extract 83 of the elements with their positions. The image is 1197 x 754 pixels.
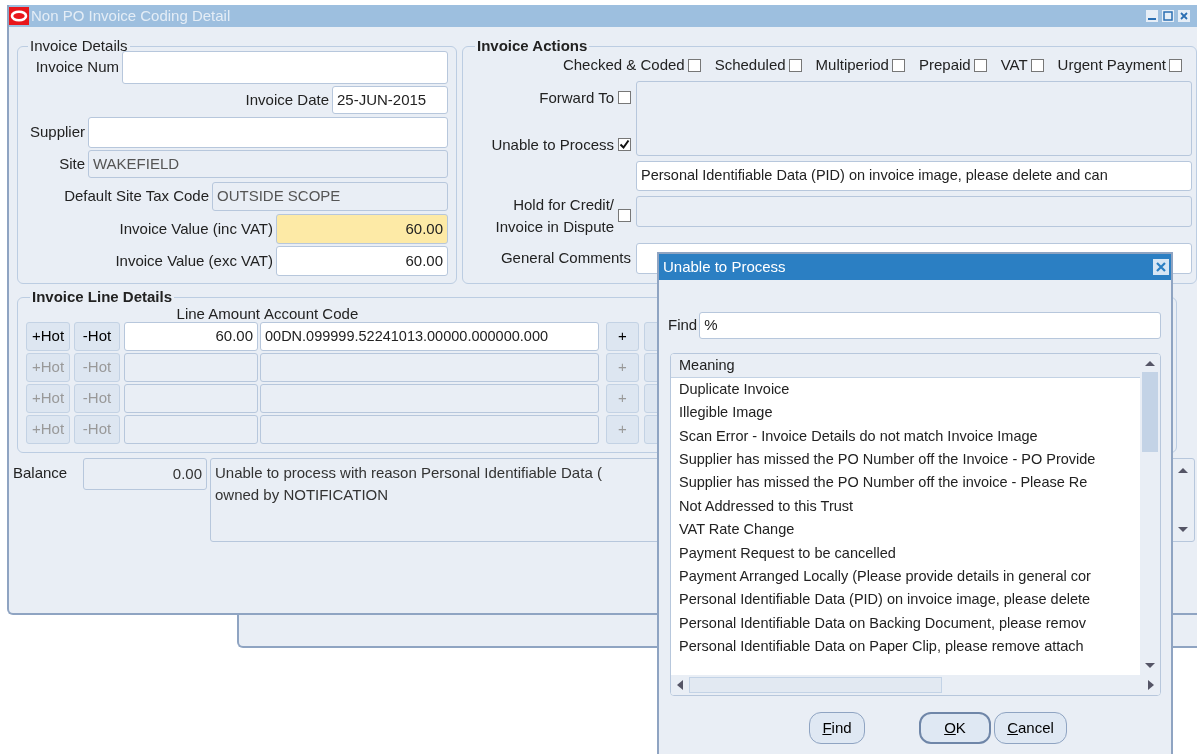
list-item[interactable]: Scan Error - Invoice Details do not match Invoice Image (671, 424, 1140, 449)
input-field[interactable] (122, 51, 448, 84)
list-item[interactable]: Supplier has missed the PO Number off the invoice - Please Re (671, 471, 1140, 495)
input-field[interactable] (88, 117, 448, 148)
list-item[interactable]: Personal Identifiable Data on Backing Document, please remov (671, 611, 1140, 636)
checkbox[interactable] (618, 138, 631, 151)
list-item[interactable]: VAT Rate Change (671, 518, 1140, 542)
input-field[interactable] (260, 353, 599, 382)
list-item[interactable]: Illegible Image (671, 401, 1140, 425)
input-field[interactable]: 00DN.099999.52241013.00000.000000.000 (260, 322, 599, 351)
field-label: Invoice Value (inc VAT) (118, 218, 274, 239)
column-header: Meaning (671, 354, 1140, 378)
checkbox[interactable] (891, 58, 905, 72)
checkbox[interactable] (687, 58, 701, 72)
window-title: Non PO Invoice Coding Detail (31, 5, 231, 26)
section-title: Invoice Details (29, 37, 129, 55)
input-field[interactable] (260, 415, 599, 444)
checkbox-label: Hold for Credit/ Invoice in Dispute (495, 194, 614, 237)
input-field[interactable]: 25-JUN-2015 (332, 86, 448, 114)
checkbox-label: VAT (1000, 55, 1028, 75)
list-item[interactable]: Personal Identifiable Data (PID) on invoice image, please delete (671, 588, 1140, 612)
scrollbar[interactable] (671, 675, 1160, 695)
close-icon[interactable] (1177, 10, 1190, 22)
checkbox-label: Multiperiod (815, 55, 889, 75)
dialog-title: Unable to Process (663, 256, 786, 277)
scroll-thumb[interactable] (1142, 372, 1158, 452)
input-field: OUTSIDE SCOPE (212, 182, 448, 211)
checkbox-label: Unable to Process (491, 134, 614, 155)
checkbox-label: Scheduled (714, 55, 786, 75)
input-field[interactable] (636, 195, 1192, 227)
section-title: Invoice Line Details (31, 288, 174, 306)
field-label: Balance (13, 463, 69, 483)
field-label: Default Site Tax Code (63, 186, 210, 207)
input-field[interactable]: Personal Identifiable Data (PID) on invoice image, please delete and can (636, 160, 1192, 191)
field-label: Site (58, 153, 86, 174)
checkbox[interactable] (1169, 58, 1182, 72)
checkbox[interactable] (973, 58, 987, 72)
field-label: General Comments (499, 247, 631, 268)
input-field[interactable] (124, 415, 258, 444)
minimize-icon[interactable] (1146, 10, 1158, 22)
checkbox-label: Checked & Coded (562, 55, 685, 75)
list-item[interactable]: Personal Identifiable Data on Paper Clip, please remove attach (671, 635, 1140, 659)
input-field: WAKEFIELD (88, 150, 448, 178)
close-icon[interactable] (1153, 259, 1169, 275)
column-header: Account Code (264, 304, 359, 321)
maximize-icon[interactable] (1161, 10, 1174, 22)
hot-button[interactable]: + (606, 322, 639, 351)
list-item[interactable]: Not Addressed to this Trust (671, 494, 1140, 519)
field-label: Invoice Num (34, 57, 120, 78)
message-text: Unable to process with reason Personal Identifiable Data ( owned by NOTIFICATION (214, 463, 603, 505)
input-field[interactable]: 60.00 (124, 322, 258, 351)
checkbox-label: Urgent Payment (1057, 55, 1166, 75)
list-item[interactable]: Payment Request to be cancelled (671, 541, 1140, 566)
column-header: Line Amount (175, 304, 260, 321)
hot-button[interactable]: -Hot (74, 322, 120, 351)
field-label: Supplier (28, 122, 86, 143)
section-title: Invoice Actions (476, 37, 589, 55)
app-logo-icon (9, 7, 29, 25)
dialog-button[interactable]: Find (809, 712, 865, 744)
checkbox-label: Prepaid (918, 55, 971, 75)
checkbox[interactable] (788, 58, 802, 72)
field-label: Invoice Date (244, 89, 330, 110)
dialog-button[interactable]: Cancel (994, 712, 1067, 744)
scrollbar[interactable] (1140, 354, 1160, 675)
input-field[interactable]: 60.00 (276, 214, 448, 244)
dialog-button[interactable]: OK (919, 712, 991, 744)
checkbox[interactable] (618, 91, 631, 104)
input-field[interactable] (124, 384, 258, 413)
list-item[interactable]: Payment Arranged Locally (Please provide details in general cor (671, 565, 1140, 589)
list-item[interactable]: Duplicate Invoice (671, 378, 1140, 402)
input-field[interactable] (260, 384, 599, 413)
checkbox-label: Forward To (539, 87, 614, 108)
field-label: Find (668, 315, 698, 336)
scroll-thumb[interactable] (689, 677, 942, 693)
input-field[interactable]: 60.00 (276, 246, 448, 276)
checkbox[interactable] (618, 209, 631, 222)
input-field: 0.00 (83, 458, 207, 490)
list-item[interactable]: Supplier has missed the PO Number off the Invoice - PO Provide (671, 448, 1140, 472)
hot-button[interactable]: +Hot (26, 322, 70, 351)
input-field[interactable] (124, 353, 258, 382)
checkbox[interactable] (1030, 58, 1044, 72)
field-label: Invoice Value (exc VAT) (114, 250, 274, 271)
input-field[interactable]: % (699, 312, 1161, 339)
